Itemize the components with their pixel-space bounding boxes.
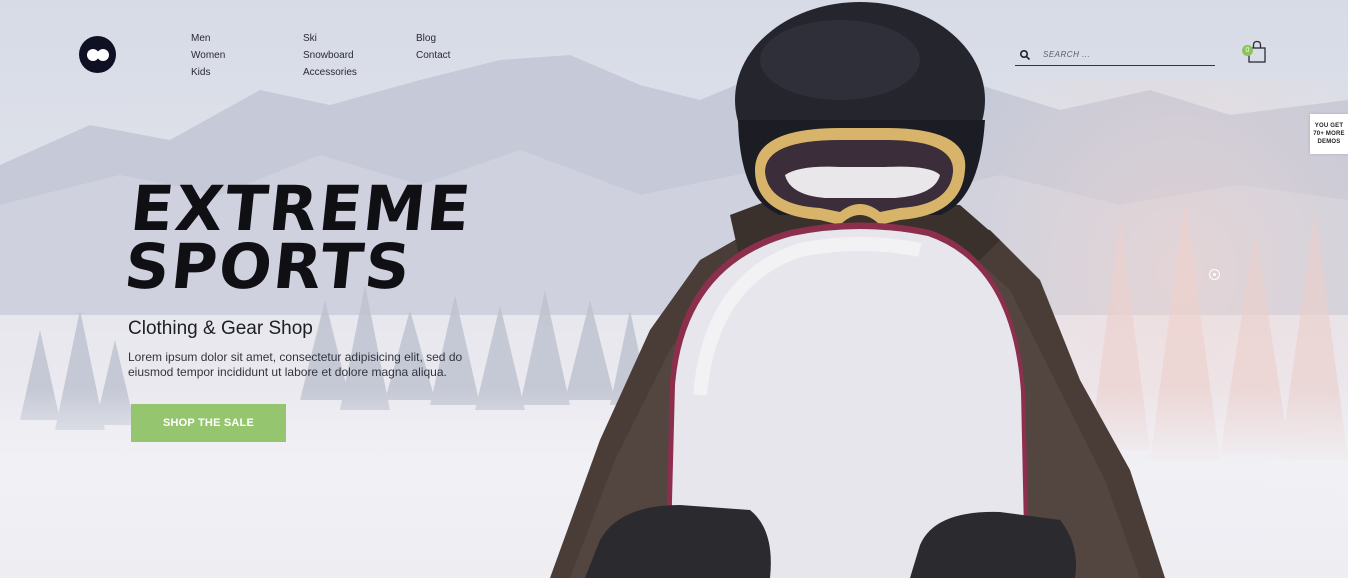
search-icon[interactable] <box>1019 49 1031 61</box>
nav-link-blog[interactable]: Blog <box>416 30 450 47</box>
more-demos-tab[interactable]: YOU GET 70+ MORE DEMOS <box>1310 114 1348 154</box>
nav-link-men[interactable]: Men <box>191 30 225 47</box>
hero-subheadline: Clothing & Gear Shop <box>128 318 313 339</box>
snowboarder-photo <box>550 2 1165 578</box>
nav-link-snowboard[interactable]: Snowboard <box>303 47 357 64</box>
nav-column-1: Men Women Kids <box>191 30 225 81</box>
logo-icon[interactable] <box>79 36 116 73</box>
nav-link-contact[interactable]: Contact <box>416 47 450 64</box>
nav-link-women[interactable]: Women <box>191 47 225 64</box>
nav-link-ski[interactable]: Ski <box>303 30 357 47</box>
nav-link-accessories[interactable]: Accessories <box>303 64 357 81</box>
hero-headline: EXTREME SPORTS <box>121 172 476 303</box>
nav-column-2: Ski Snowboard Accessories <box>303 30 357 81</box>
search-bar <box>1015 44 1215 66</box>
scroll-indicator-icon[interactable] <box>1209 269 1220 280</box>
nav-column-3: Blog Contact <box>416 30 450 64</box>
cart-count-badge: 0 <box>1242 45 1253 56</box>
search-input[interactable] <box>1041 49 1215 60</box>
shop-the-sale-button[interactable]: SHOP THE SALE <box>131 404 286 442</box>
hero-description: Lorem ipsum dolor sit amet, consectetur … <box>128 350 463 379</box>
nav-link-kids[interactable]: Kids <box>191 64 225 81</box>
